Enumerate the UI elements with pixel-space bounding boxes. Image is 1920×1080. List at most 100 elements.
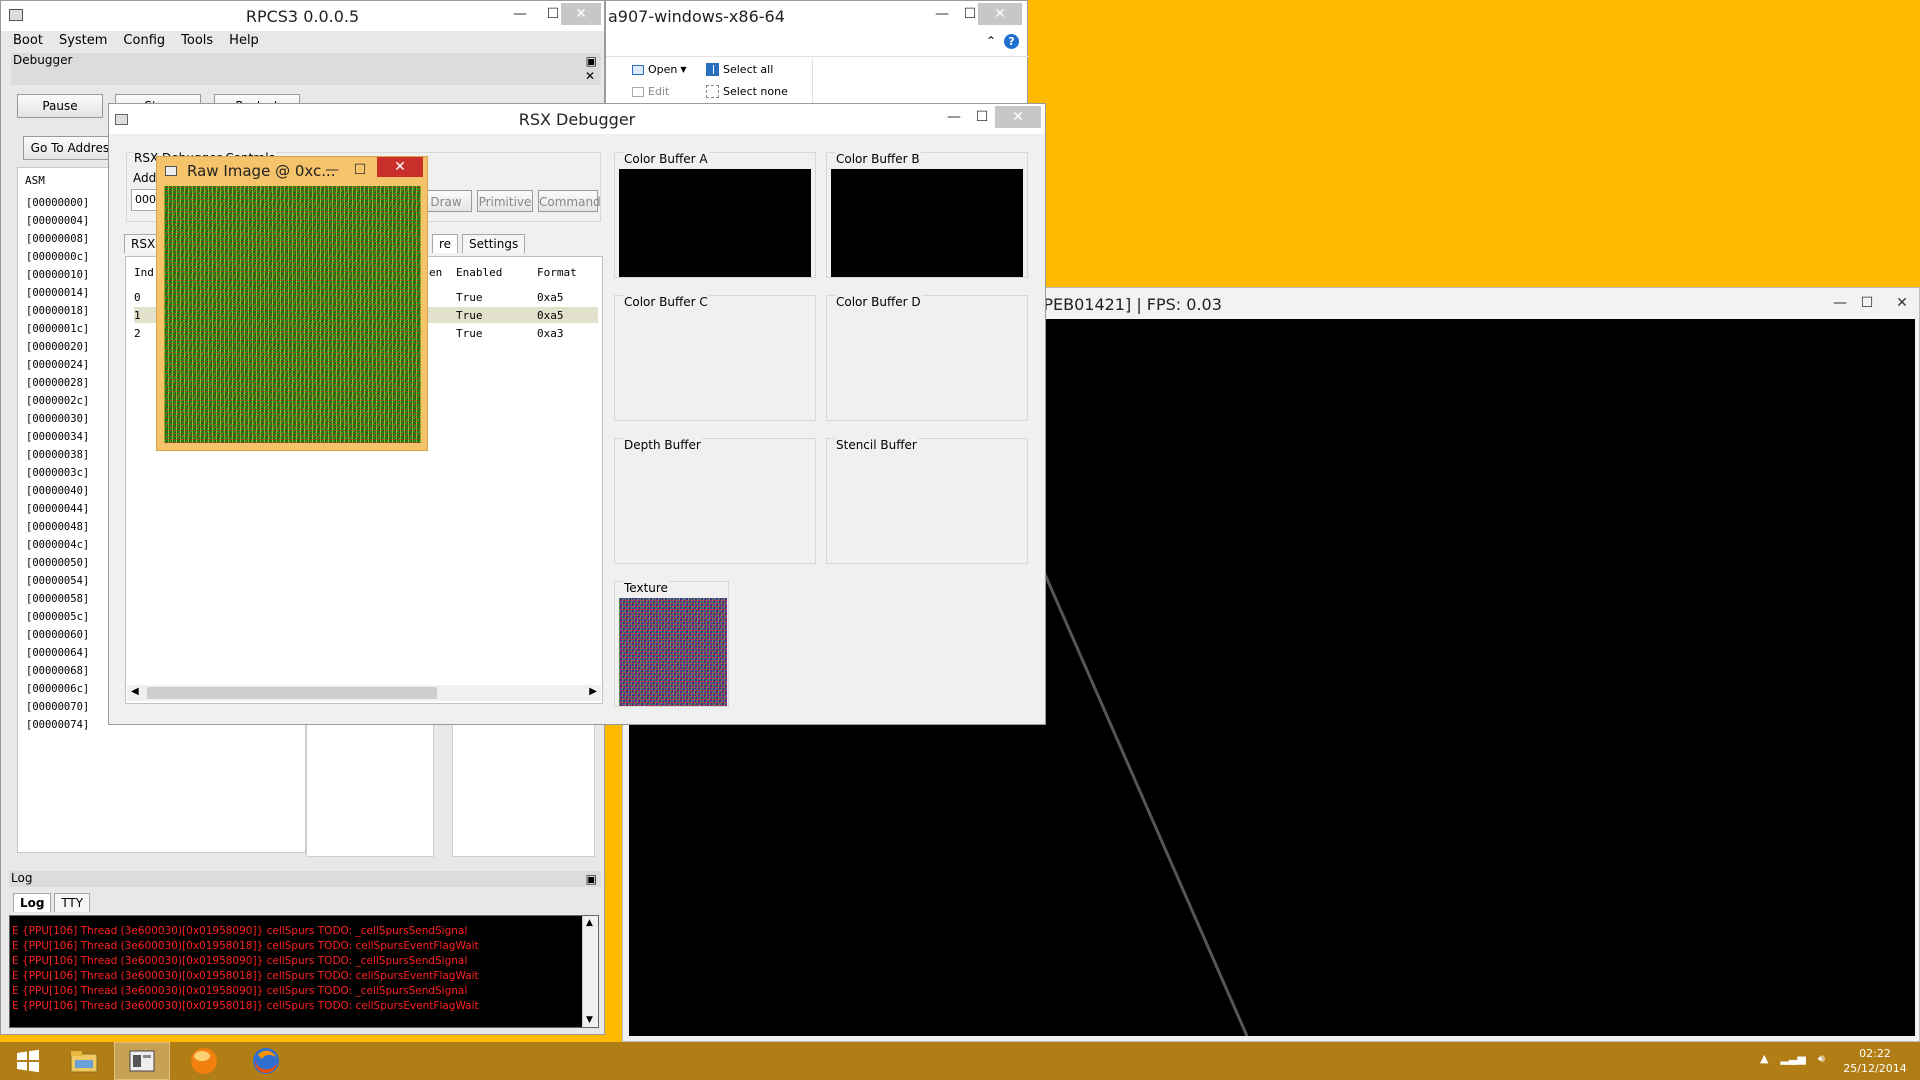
rpcs3-titlebar: RPCS3 0.0.0.5 — ☐ ✕: [1, 1, 604, 31]
select-all-button[interactable]: Select all: [706, 63, 773, 76]
tab-settings[interactable]: Settings: [462, 234, 526, 253]
color-buffer-b-group: Color Buffer B: [826, 152, 1028, 278]
asm-row[interactable]: [00000014]: [26, 284, 89, 302]
asm-row[interactable]: [0000006c]: [26, 680, 89, 698]
texture-label: Texture: [623, 581, 669, 595]
log-output[interactable]: E {PPU[106] Thread (3e600030)[0x01958090…: [9, 915, 599, 1028]
asm-row[interactable]: [00000050]: [26, 554, 89, 572]
app-icon: [9, 9, 23, 21]
row-enabled: True: [456, 309, 483, 322]
asm-row[interactable]: [00000010]: [26, 266, 89, 284]
row-index: 2: [134, 327, 141, 340]
asm-row[interactable]: [0000000c]: [26, 248, 89, 266]
tab-tty[interactable]: TTY: [54, 893, 91, 912]
raw-minimize-button[interactable]: —: [319, 159, 345, 181]
rsx-titlebar: RSX Debugger — ☐ ✕: [109, 104, 1045, 134]
log-line: E {PPU[106] Thread (3e600030)[0x01958018…: [12, 1000, 479, 1012]
texture-image[interactable]: [619, 598, 727, 706]
command-button[interactable]: Command: [538, 190, 601, 212]
color-buffer-b-image[interactable]: [831, 169, 1023, 277]
help-icon[interactable]: ?: [1004, 34, 1019, 49]
row-enabled: True: [456, 327, 483, 340]
start-button[interactable]: [0, 1042, 56, 1080]
asm-row[interactable]: [00000070]: [26, 698, 89, 716]
proteus-maximize-button[interactable]: ☐: [1850, 292, 1884, 314]
rsx-maximize-button[interactable]: ☐: [965, 106, 999, 128]
explorer-close-button[interactable]: ✕: [978, 3, 1022, 25]
asm-row[interactable]: [00000068]: [26, 662, 89, 680]
rsx-close-button[interactable]: ✕: [995, 106, 1041, 128]
select-none-button[interactable]: Select none: [706, 85, 788, 98]
menu-system[interactable]: System: [59, 33, 107, 53]
float-panel-icon[interactable]: ▣: [586, 54, 597, 68]
color-buffer-d-label: Color Buffer D: [835, 295, 922, 309]
menu-help[interactable]: Help: [229, 33, 259, 53]
horizontal-scrollbar[interactable]: ◀ ▶: [127, 685, 601, 701]
edit-button[interactable]: Edit: [632, 85, 669, 98]
depth-buffer-group: Depth Buffer: [614, 438, 816, 564]
asm-row[interactable]: [00000008]: [26, 230, 89, 248]
network-signal-icon[interactable]: ▂▃▅: [1780, 1052, 1805, 1066]
asm-row[interactable]: [00000064]: [26, 644, 89, 662]
menu-config[interactable]: Config: [123, 33, 165, 53]
explorer-window: a907-windows-x86-64 — ☐ ✕ ⌃ ? Open ▼ Edi…: [605, 0, 1029, 110]
asm-row[interactable]: [00000004]: [26, 212, 89, 230]
asm-row[interactable]: [0000005c]: [26, 608, 89, 626]
asm-row[interactable]: [00000054]: [26, 572, 89, 590]
asm-row[interactable]: [0000004c]: [26, 536, 89, 554]
asm-row[interactable]: [00000048]: [26, 518, 89, 536]
minimize-button[interactable]: —: [503, 3, 537, 25]
asm-row[interactable]: [00000030]: [26, 410, 89, 428]
asm-row[interactable]: [00000018]: [26, 302, 89, 320]
asm-row[interactable]: [00000040]: [26, 482, 89, 500]
asm-row[interactable]: [0000002c]: [26, 392, 89, 410]
asm-row[interactable]: [00000020]: [26, 338, 89, 356]
row-index: 0: [134, 291, 141, 304]
tab-texture[interactable]: re: [432, 234, 459, 253]
asm-row[interactable]: [00000024]: [26, 356, 89, 374]
asm-row[interactable]: [00000034]: [26, 428, 89, 446]
close-panel-icon[interactable]: ✕: [585, 69, 595, 83]
firefox-taskbar-icon[interactable]: [238, 1042, 294, 1080]
asm-row[interactable]: [00000028]: [26, 374, 89, 392]
show-hidden-icons-icon[interactable]: ▲: [1760, 1052, 1768, 1066]
asm-rows: [00000000] [00000004] [00000008] [0000000c]…: [26, 194, 89, 734]
row-index: 1: [134, 309, 141, 322]
primitive-button[interactable]: Primitive: [477, 190, 533, 212]
pause-button[interactable]: Pause: [17, 94, 103, 118]
raw-maximize-button[interactable]: ☐: [347, 159, 373, 181]
explorer-title: a907-windows-x86-64: [608, 7, 785, 26]
col-en: en: [429, 266, 443, 279]
clock[interactable]: 02:22 25/12/2014: [1840, 1046, 1910, 1076]
asm-row[interactable]: [00000074]: [26, 716, 89, 734]
asm-row[interactable]: [0000001c]: [26, 320, 89, 338]
open-icon: [632, 64, 644, 75]
float-log-icon[interactable]: ▣: [586, 872, 597, 886]
debugger-panel-header: Debugger ▣: [11, 53, 601, 69]
log-scrollbar[interactable]: ▲ ▼: [582, 916, 598, 1027]
proteus-close-button[interactable]: ✕: [1885, 292, 1919, 314]
file-explorer-taskbar-icon[interactable]: [56, 1042, 112, 1080]
log-line: E {PPU[106] Thread (3e600030)[0x01958090…: [12, 985, 468, 997]
menu-tools[interactable]: Tools: [181, 33, 213, 53]
asm-row[interactable]: [00000000]: [26, 194, 89, 212]
asm-row[interactable]: [0000003c]: [26, 464, 89, 482]
raw-image-canvas[interactable]: [164, 186, 421, 443]
close-button[interactable]: ✕: [561, 3, 601, 25]
stencil-buffer-label: Stencil Buffer: [835, 438, 918, 452]
select-all-icon: [706, 63, 719, 76]
asm-row[interactable]: [00000038]: [26, 446, 89, 464]
emulator-orb-taskbar-icon[interactable]: [176, 1042, 232, 1080]
asm-row[interactable]: [00000044]: [26, 500, 89, 518]
menu-boot[interactable]: Boot: [13, 33, 43, 53]
color-buffer-a-image[interactable]: [619, 169, 811, 277]
tab-log[interactable]: Log: [13, 893, 52, 912]
scrollbar-thumb[interactable]: [147, 687, 437, 699]
rpcs3-taskbar-icon[interactable]: [114, 1042, 170, 1080]
volume-icon[interactable]: 🔊︎: [1818, 1052, 1825, 1066]
open-button[interactable]: Open ▼: [632, 63, 687, 76]
ribbon-collapse-icon[interactable]: ⌃: [986, 34, 996, 48]
asm-row[interactable]: [00000060]: [26, 626, 89, 644]
raw-close-button[interactable]: ✕: [377, 157, 423, 177]
asm-row[interactable]: [00000058]: [26, 590, 89, 608]
